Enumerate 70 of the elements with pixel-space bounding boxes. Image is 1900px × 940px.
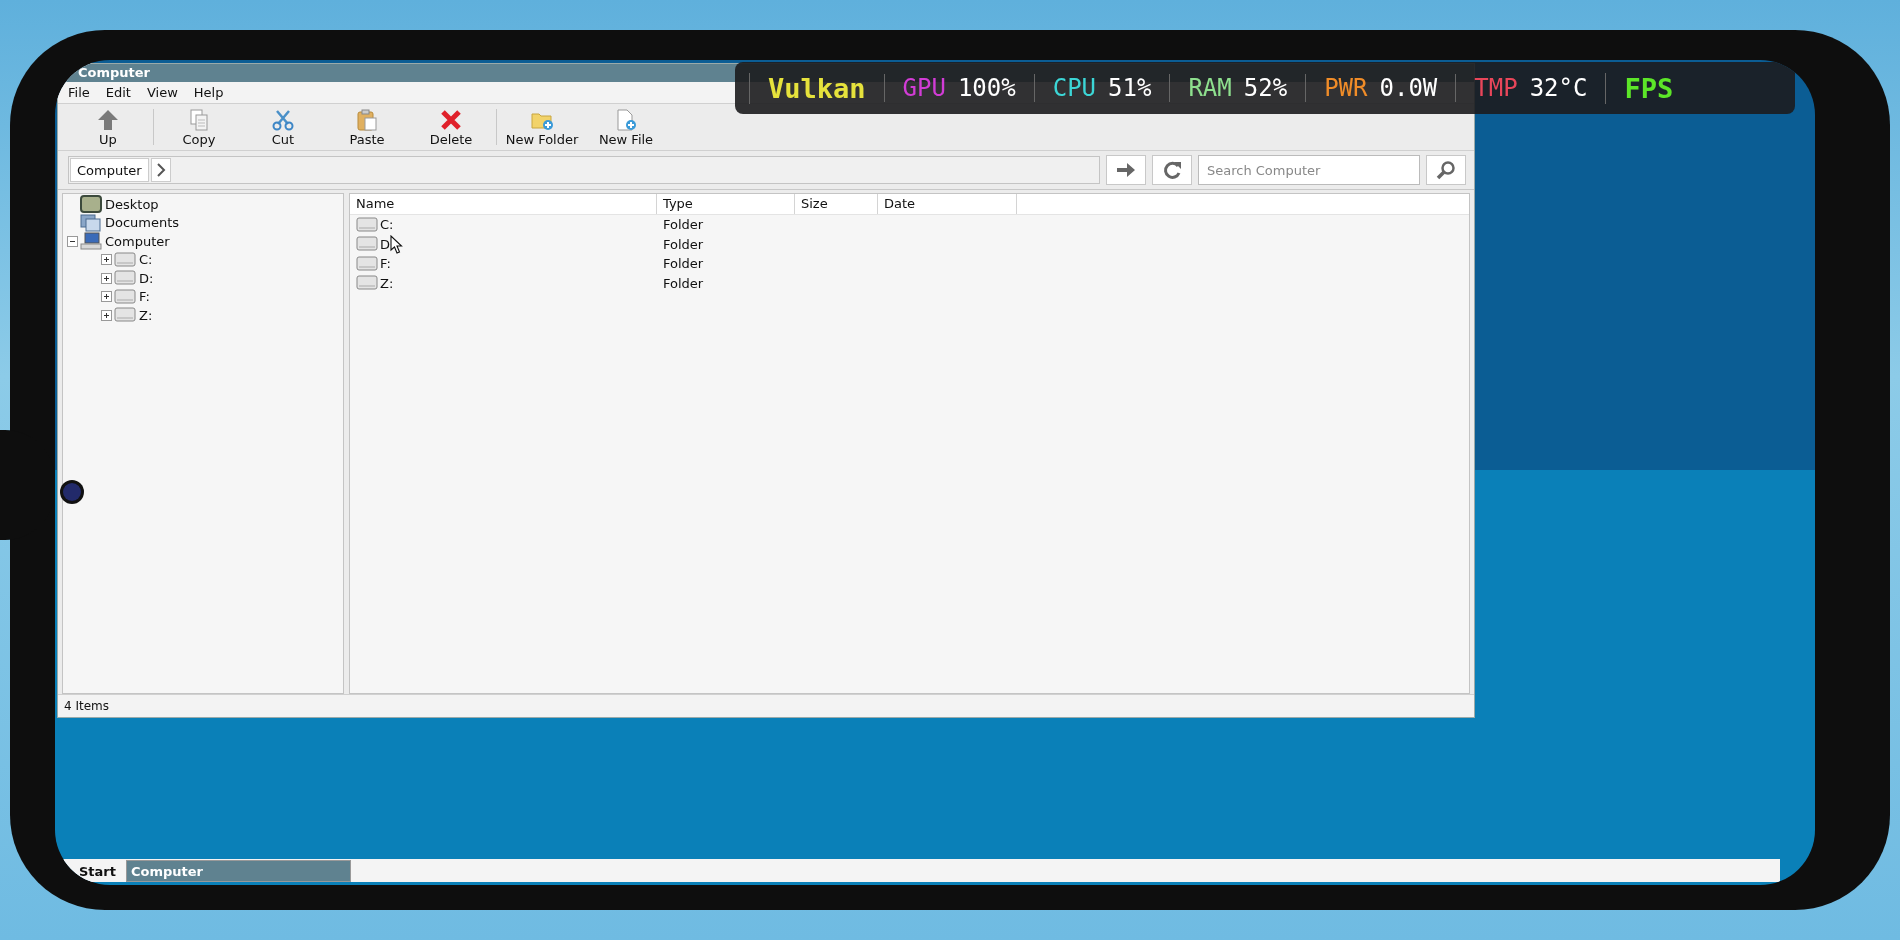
breadcrumb-button[interactable]: Computer bbox=[70, 158, 149, 182]
computer-icon bbox=[80, 232, 102, 251]
tree-item[interactable]: Desktop bbox=[104, 196, 160, 212]
toolbar-button[interactable]: Copy bbox=[157, 105, 241, 149]
drive-icon bbox=[114, 306, 136, 325]
expander-icon[interactable] bbox=[67, 235, 78, 247]
column-header[interactable]: Name bbox=[350, 194, 657, 214]
up-arrow-icon bbox=[97, 109, 119, 131]
taskbar-button[interactable]: Computer bbox=[126, 860, 351, 882]
expander-icon[interactable] bbox=[101, 291, 112, 303]
expander-icon[interactable] bbox=[101, 309, 112, 321]
chevron-icon bbox=[155, 163, 166, 177]
documents-icon bbox=[80, 213, 102, 232]
file-name[interactable]: Z: bbox=[380, 275, 394, 291]
tree-item[interactable]: Z: bbox=[138, 307, 154, 323]
drive-icon bbox=[114, 250, 136, 269]
tree-item[interactable]: Computer bbox=[104, 233, 171, 249]
desktop-icon bbox=[80, 195, 102, 214]
clipboard-icon bbox=[356, 109, 378, 131]
scissors-icon bbox=[272, 109, 294, 131]
drive-icon bbox=[356, 235, 378, 254]
delete-icon bbox=[440, 109, 462, 131]
table-cell-text: Folder bbox=[662, 275, 705, 291]
search-field[interactable]: Search Computer bbox=[1198, 155, 1420, 185]
drive-icon bbox=[356, 274, 378, 293]
breadcrumb-chevron-button[interactable] bbox=[150, 158, 171, 182]
go-button[interactable] bbox=[1106, 155, 1146, 185]
search-icon bbox=[1436, 160, 1456, 180]
cursor-icon bbox=[390, 235, 403, 254]
toolbar-button[interactable]: Delete bbox=[409, 105, 493, 149]
toolbar-button[interactable]: Up bbox=[66, 105, 150, 149]
address-field[interactable]: Computer bbox=[68, 156, 1100, 184]
file-name[interactable]: F: bbox=[380, 256, 391, 272]
toolbar-button[interactable]: Paste bbox=[325, 105, 409, 149]
drive-icon bbox=[114, 287, 136, 306]
overlay-value: 32°C bbox=[1529, 74, 1588, 102]
table-cell-text: Folder bbox=[662, 256, 705, 272]
drive-icon bbox=[356, 215, 378, 234]
overlay-label: TMP bbox=[1474, 74, 1518, 102]
column-header[interactable]: Date bbox=[878, 194, 1017, 214]
toolbar-button[interactable]: Cut bbox=[241, 105, 325, 149]
menu-item[interactable]: Edit bbox=[99, 85, 137, 100]
arrow-icon bbox=[1116, 162, 1136, 178]
overlay-label: FPS bbox=[1624, 72, 1674, 104]
file-icon bbox=[615, 109, 637, 131]
tree-item[interactable]: F: bbox=[138, 289, 151, 305]
table-cell-text: Folder bbox=[662, 217, 705, 233]
menu-item[interactable]: File bbox=[62, 85, 96, 100]
status-text: 4 Items bbox=[58, 694, 1474, 717]
toolbar-button[interactable]: New File bbox=[584, 105, 668, 149]
menu-item[interactable]: Help bbox=[187, 85, 230, 100]
drive-icon bbox=[114, 269, 136, 288]
table-cell-text: Folder bbox=[662, 236, 705, 252]
expander-icon[interactable] bbox=[101, 272, 112, 284]
menu-item[interactable]: View bbox=[140, 85, 184, 100]
tree-item[interactable]: D: bbox=[138, 270, 155, 286]
tree-item[interactable]: Documents bbox=[104, 215, 181, 231]
column-header[interactable]: Size bbox=[795, 194, 878, 214]
file-name[interactable]: C: bbox=[380, 217, 394, 233]
toolbar-button[interactable]: New Folder bbox=[500, 105, 584, 149]
expander-icon[interactable] bbox=[101, 254, 112, 266]
file-name[interactable]: D bbox=[380, 236, 390, 252]
search-button[interactable] bbox=[1426, 155, 1466, 185]
refresh-button[interactable] bbox=[1152, 155, 1192, 185]
copy-icon bbox=[188, 109, 210, 131]
tree-item[interactable]: C: bbox=[138, 252, 154, 268]
camera-icon bbox=[63, 483, 81, 501]
column-header[interactable]: Type bbox=[657, 194, 795, 214]
refresh-icon bbox=[1162, 160, 1182, 180]
drive-icon bbox=[356, 254, 378, 273]
